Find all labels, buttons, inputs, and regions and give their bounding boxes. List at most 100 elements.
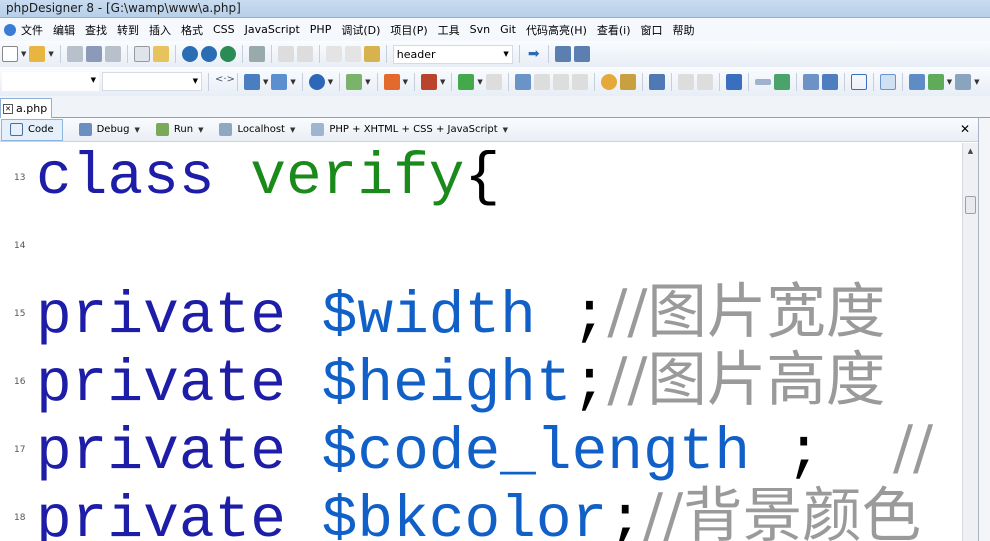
token-cm: //背景颜色 <box>643 482 922 541</box>
paste-icon[interactable] <box>363 46 380 62</box>
token-var: $code_length <box>321 418 786 486</box>
vertical-scrollbar[interactable]: ▲ <box>962 143 978 541</box>
token-kw: private <box>36 282 322 350</box>
save-icon[interactable] <box>66 46 83 62</box>
save-all-icon[interactable] <box>104 46 121 62</box>
menu-item[interactable]: 代码高亮(H) <box>521 22 592 38</box>
menu-item[interactable]: 帮助 <box>668 22 700 38</box>
code-line: 18 private $bkcolor;//背景颜色 <box>0 483 962 541</box>
menu-item[interactable]: 插入 <box>144 22 176 38</box>
tab-a-php[interactable]: ✕ a.php <box>0 98 53 118</box>
menu-item[interactable]: 工具 <box>433 22 465 38</box>
code-line: 14 <box>0 211 962 279</box>
token-kw: class <box>36 143 251 211</box>
menu-item[interactable]: JavaScript <box>240 23 305 36</box>
code-text: class verify{ <box>36 143 500 211</box>
menu-item[interactable]: 窗口 <box>636 22 668 38</box>
checklist-icon[interactable] <box>725 73 742 90</box>
code-toolbar: ▼ ▼ <·> ▼ ▼ ▼ ▼ ▼ ▼ ▼ ▼ ▼ <box>0 67 990 96</box>
uncomment-icon[interactable] <box>571 73 588 90</box>
cut-icon[interactable] <box>325 46 342 62</box>
new-file-icon[interactable] <box>2 46 18 62</box>
token-pn: ; <box>571 282 608 350</box>
menu-item[interactable]: 查看(i) <box>592 22 636 38</box>
token-var: $width <box>321 282 572 350</box>
image-preview-icon[interactable] <box>648 73 665 90</box>
find-icon[interactable] <box>554 46 571 62</box>
table-wizard-icon[interactable] <box>420 73 437 90</box>
class-selector[interactable]: ▼ <box>2 72 99 91</box>
menu-item[interactable]: 转到 <box>112 22 144 38</box>
menu-item[interactable]: PHP <box>305 23 337 36</box>
div-icon[interactable] <box>850 73 867 90</box>
form-icon[interactable] <box>244 73 260 90</box>
spellcheck-icon[interactable] <box>619 73 636 90</box>
search-combo[interactable]: header ▼ <box>392 44 513 64</box>
redo-icon[interactable] <box>296 46 313 62</box>
code-line: 17 private $code_length ; // <box>0 415 962 487</box>
window-title: phpDesigner 8 - [G:\wamp\www\a.php] <box>6 1 241 15</box>
indent-icon[interactable] <box>514 73 531 90</box>
browser-icon[interactable] <box>200 46 217 62</box>
token-pn: ; <box>607 486 644 541</box>
debug-disabled-icon[interactable] <box>696 73 713 90</box>
save-as-icon[interactable] <box>85 46 102 62</box>
line-number: 13 <box>14 173 26 183</box>
menu-item[interactable]: 文件 <box>16 22 48 38</box>
debug-button[interactable]: Debug ▼ <box>71 119 148 141</box>
code-view-icon[interactable] <box>879 73 896 90</box>
menu-item[interactable]: 项目(P) <box>385 22 432 38</box>
snippet-icon[interactable] <box>346 73 363 90</box>
copy-icon[interactable] <box>344 46 361 62</box>
localhost-button[interactable]: Localhost ▼ <box>211 119 303 141</box>
function-selector[interactable]: ▼ <box>102 72 202 91</box>
menu-item[interactable]: 格式 <box>176 22 208 38</box>
table-icon[interactable] <box>802 73 819 90</box>
token-kw: private <box>36 418 322 486</box>
open-folder-icon[interactable] <box>29 46 46 62</box>
close-tab-icon[interactable]: ✕ <box>3 103 13 114</box>
copy-file-icon[interactable] <box>133 46 150 62</box>
menu-item[interactable]: 调试(D) <box>336 22 385 38</box>
hand-icon[interactable] <box>600 73 617 90</box>
list-icon[interactable] <box>821 73 838 90</box>
menu-item[interactable]: 查找 <box>80 22 112 38</box>
server-icon[interactable] <box>955 73 972 90</box>
menu-item[interactable]: CSS <box>208 23 240 36</box>
undo-icon[interactable] <box>277 46 294 62</box>
comment-icon[interactable] <box>552 73 569 90</box>
format-icon[interactable] <box>458 73 475 90</box>
print-icon[interactable] <box>248 46 265 62</box>
find-next-icon[interactable] <box>573 46 590 62</box>
line-number: 17 <box>14 445 26 455</box>
run-button[interactable]: Run ▼ <box>148 119 212 141</box>
menu-item[interactable]: 编辑 <box>48 22 80 38</box>
token-cm: //图片宽度 <box>607 278 886 347</box>
run-disabled-icon[interactable] <box>677 73 694 90</box>
run-icon[interactable] <box>927 73 944 90</box>
scroll-up-icon[interactable]: ▲ <box>963 143 978 159</box>
debug-run-icon[interactable] <box>908 73 925 90</box>
language-button[interactable]: PHP + XHTML + CSS + JavaScript ▼ <box>303 119 516 141</box>
code-label: Code <box>28 124 54 135</box>
image-icon[interactable] <box>773 73 790 90</box>
highlight-icon[interactable] <box>383 73 400 90</box>
folder-icon[interactable] <box>152 46 169 62</box>
link-icon[interactable] <box>754 78 771 85</box>
browser-preview-icon[interactable] <box>181 46 198 62</box>
outdent-icon[interactable] <box>533 73 550 90</box>
menu-item[interactable]: Git <box>495 23 521 36</box>
menu-item[interactable]: Svn <box>465 23 495 36</box>
browser-add-icon[interactable] <box>219 46 236 62</box>
scroll-thumb[interactable] <box>965 196 976 214</box>
close-document-icon[interactable]: ✕ <box>960 122 970 136</box>
code-line: 13 class verify{ <box>0 143 962 211</box>
code-view-button[interactable]: Code <box>1 118 63 141</box>
format-disabled-icon[interactable] <box>485 73 502 90</box>
code-editor[interactable]: 13 class verify{14 15 private $width ;//图片宽… <box>0 143 962 541</box>
token-kw: private <box>36 350 322 418</box>
document-icon[interactable] <box>271 73 288 90</box>
tag-icon[interactable]: <·> <box>215 74 235 90</box>
go-arrow-icon[interactable]: ➡ <box>526 46 542 62</box>
refresh-icon[interactable] <box>308 73 325 90</box>
